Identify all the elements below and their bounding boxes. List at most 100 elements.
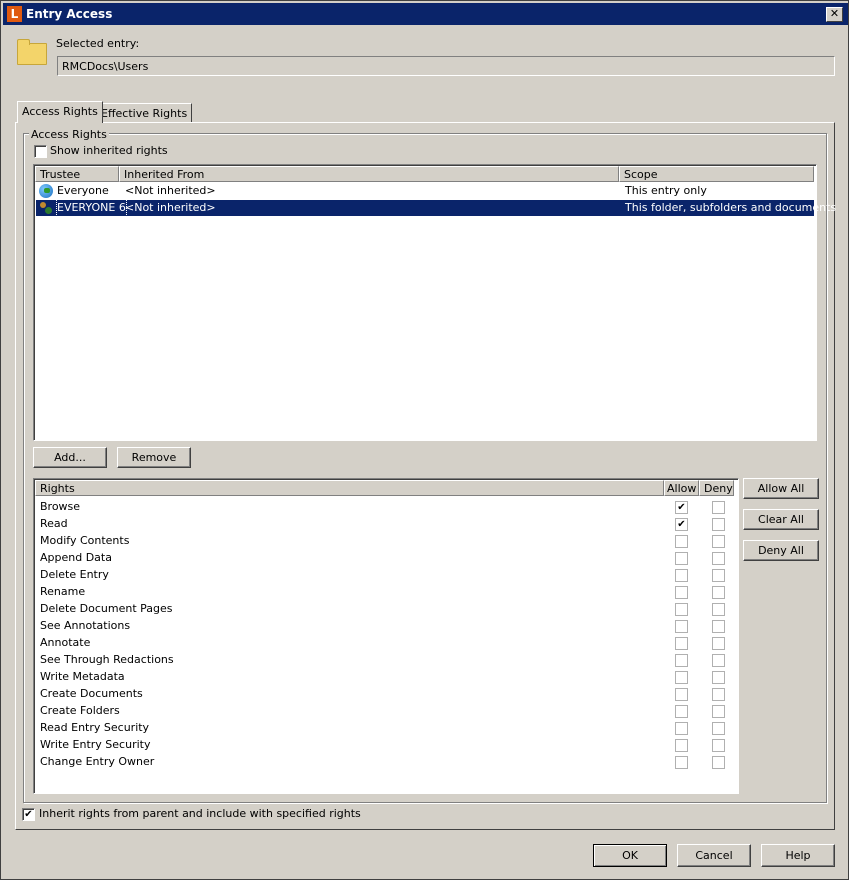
allow-checkbox[interactable] [675,603,688,616]
rights-row: Create Folders [40,702,120,719]
deny-checkbox[interactable] [712,603,725,616]
deny-checkbox[interactable] [712,722,725,735]
rights-row: Modify Contents [40,532,129,549]
selected-entry-field: RMCDocs\Users [57,56,835,76]
add-button[interactable]: Add... [33,447,107,468]
deny-checkbox[interactable] [712,586,725,599]
allow-checkbox[interactable] [675,705,688,718]
trustee-row-selected[interactable]: EVERYONE 6 <Not inherited> This folder, … [36,199,836,217]
deny-checkbox[interactable] [712,569,725,582]
allow-checkbox[interactable] [675,552,688,565]
tab-effective-rights[interactable]: Effective Rights [96,103,193,123]
trustee-name: EVERYONE 6 [56,199,127,217]
allow-all-button[interactable]: Allow All [743,478,819,499]
rights-row: Write Entry Security [40,736,150,753]
allow-checkbox[interactable] [675,722,688,735]
right-name: Append Data [40,551,112,564]
scope: This folder, subfolders and documents [625,201,837,214]
allow-checkbox[interactable] [675,586,688,599]
column-header-allow: Allow [664,480,699,496]
users-icon [39,201,53,215]
right-name: Create Folders [40,704,120,717]
rights-row: See Through Redactions [40,651,174,668]
rights-row: Change Entry Owner [40,753,154,770]
deny-checkbox[interactable] [712,535,725,548]
allow-checkbox[interactable] [675,654,688,667]
deny-checkbox[interactable] [712,637,725,650]
allow-checkbox[interactable] [675,535,688,548]
selected-entry-label: Selected entry: [56,37,140,50]
show-inherited-label: Show inherited rights [50,144,168,157]
deny-checkbox[interactable] [712,739,725,752]
allow-checkbox[interactable]: ✔ [675,501,688,514]
window-title: Entry Access [26,7,113,21]
rights-row: Write Metadata [40,668,125,685]
deny-all-button[interactable]: Deny All [743,540,819,561]
right-name: Write Metadata [40,670,125,683]
column-header-inherited-from[interactable]: Inherited From [119,166,619,182]
deny-checkbox[interactable] [712,552,725,565]
rights-row: Browse [40,498,80,515]
rights-row: Read Entry Security [40,719,149,736]
allow-checkbox[interactable] [675,688,688,701]
trustee-name: Everyone [57,184,109,197]
right-name: See Through Redactions [40,653,174,666]
allow-checkbox[interactable] [675,637,688,650]
inherit-rights-checkbox[interactable]: ✔ [22,808,35,821]
trustee-row[interactable]: Everyone <Not inherited> This entry only [36,183,814,199]
ok-button[interactable]: OK [593,844,667,867]
allow-checkbox[interactable] [675,756,688,769]
deny-checkbox[interactable] [712,620,725,633]
allow-checkbox[interactable] [675,569,688,582]
right-name: Browse [40,500,81,513]
right-name: Annotate [40,636,91,649]
right-name: See Annotations [40,619,131,632]
tab-access-rights[interactable]: Access Rights [17,101,103,123]
trustee-list[interactable]: Trustee Inherited From Scope Everyone <N… [33,164,836,441]
clear-all-button[interactable]: Clear All [743,509,819,530]
rights-row: Annotate [40,634,90,651]
help-button[interactable]: Help [761,844,835,867]
rights-row: Read [40,515,68,532]
deny-checkbox[interactable] [712,654,725,667]
deny-checkbox[interactable] [712,705,725,718]
right-name: Modify Contents [40,534,130,547]
right-name: Delete Document Pages [40,602,173,615]
remove-button[interactable]: Remove [117,447,191,468]
selected-entry-value: RMCDocs\Users [62,60,149,73]
show-inherited-checkbox[interactable] [34,145,47,158]
right-name: Read Entry Security [40,721,150,734]
right-name: Change Entry Owner [40,755,155,768]
column-header-scope[interactable]: Scope [619,166,814,182]
allow-checkbox[interactable] [675,739,688,752]
right-name: Rename [40,585,86,598]
inherit-rights-label: Inherit rights from parent and include w… [39,807,361,820]
title-bar[interactable]: L Entry Access ✕ [3,3,848,25]
access-rights-group-label: Access Rights [29,128,109,141]
deny-checkbox[interactable] [712,688,725,701]
close-button[interactable]: ✕ [826,7,843,22]
deny-checkbox[interactable] [712,671,725,684]
rights-row: Rename [40,583,85,600]
allow-checkbox[interactable] [675,671,688,684]
rights-row: Create Documents [40,685,143,702]
rights-row: See Annotations [40,617,130,634]
right-name: Create Documents [40,687,143,700]
right-name: Read [40,517,68,530]
deny-checkbox[interactable] [712,518,725,531]
app-logo-icon: L [7,6,22,22]
cancel-button[interactable]: Cancel [677,844,751,867]
scope: This entry only [625,184,707,197]
column-header-rights: Rights [35,480,664,496]
deny-checkbox[interactable] [712,501,725,514]
column-header-deny: Deny [699,480,734,496]
rights-row: Delete Document Pages [40,600,172,617]
allow-checkbox[interactable]: ✔ [675,518,688,531]
right-name: Delete Entry [40,568,109,581]
rights-table: Rights Allow Deny Browse ✔ Read ✔ Modify Con… [33,478,739,794]
right-name: Write Entry Security [40,738,151,751]
allow-checkbox[interactable] [675,620,688,633]
globe-icon [39,184,53,198]
column-header-trustee[interactable]: Trustee [35,166,119,182]
deny-checkbox[interactable] [712,756,725,769]
